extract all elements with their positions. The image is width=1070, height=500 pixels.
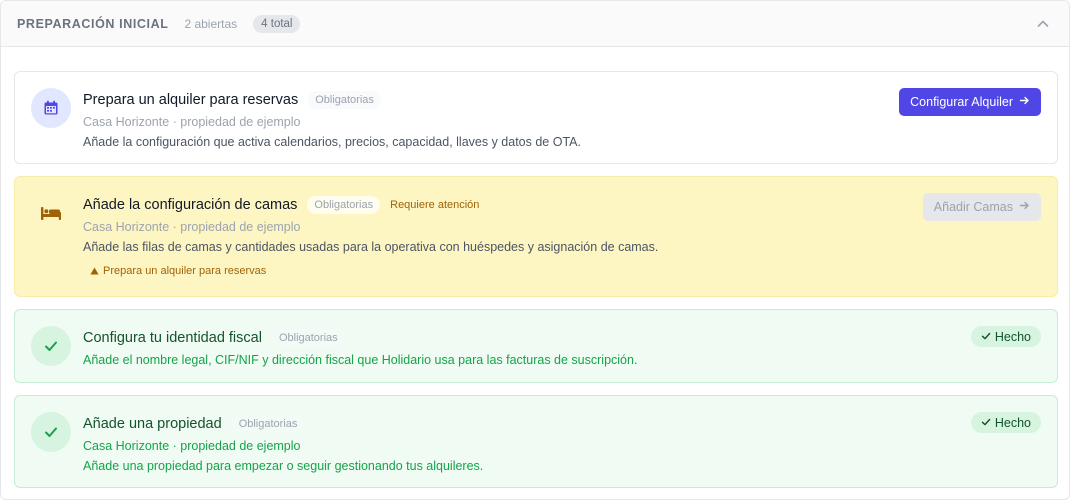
task-property: Casa Horizonte · propiedad de ejemplo <box>83 115 301 129</box>
task-title: Añade una propiedad <box>83 416 222 432</box>
task-description: Añade la configuración que activa calend… <box>83 135 581 149</box>
done-label: Hecho <box>994 415 1031 430</box>
total-count-badge: 4 total <box>253 14 301 33</box>
task-title: Prepara un alquiler para reservas <box>83 92 299 108</box>
done-badge: Hecho <box>970 412 1041 433</box>
required-badge: Obligatorias <box>308 91 381 109</box>
configure-rental-button[interactable]: Configurar Alquiler <box>899 88 1041 116</box>
done-label: Hecho <box>994 329 1031 344</box>
arrow-right-icon <box>1019 200 1030 214</box>
required-badge: Obligatorias <box>307 196 381 214</box>
check-small-icon <box>981 330 991 344</box>
task-title: Añade la configuración de camas <box>83 197 298 213</box>
check-icon <box>31 326 71 366</box>
dependency-warning: Prepara un alquiler para reservas <box>90 265 857 277</box>
checklist-title: PREPARACIÓN INICIAL <box>17 16 169 31</box>
checklist-header[interactable]: PREPARACIÓN INICIAL 2 abiertas 4 total <box>1 1 1069 47</box>
attention-label: Requiere atención <box>390 199 480 211</box>
configure-rental-label: Configurar Alquiler <box>910 95 1013 109</box>
task-property: Casa Horizonte · propiedad de ejemplo <box>83 220 301 234</box>
warning-icon <box>90 267 99 275</box>
check-small-icon <box>981 416 991 430</box>
task-property: Casa Horizonte · propiedad de ejemplo <box>83 439 301 453</box>
bed-icon <box>39 203 63 223</box>
add-beds-button[interactable]: Añadir Camas <box>922 193 1041 221</box>
dependency-label: Prepara un alquiler para reservas <box>103 265 267 277</box>
task-card-fiscal: Configura tu identidad fiscal Obligatori… <box>14 309 1058 383</box>
task-description: Añade una propiedad para empezar o segui… <box>83 459 484 473</box>
setup-checklist-panel: PREPARACIÓN INICIAL 2 abiertas 4 total P <box>0 0 1070 500</box>
required-badge: Obligatorias <box>271 329 345 347</box>
required-badge: Obligatorias <box>231 415 305 433</box>
task-card-beds: Añade la configuración de camas Obligato… <box>14 176 1058 297</box>
task-title: Configura tu identidad fiscal <box>83 330 262 346</box>
task-card-property: Añade una propiedad Obligatorias Casa Ho… <box>14 395 1058 488</box>
check-icon <box>31 412 71 452</box>
calendar-icon <box>31 88 71 128</box>
arrow-right-icon <box>1019 95 1030 109</box>
chevron-up-icon[interactable] <box>1033 14 1053 34</box>
task-description: Añade el nombre legal, CIF/NIF y direcci… <box>83 353 638 367</box>
task-card-rental: Prepara un alquiler para reservas Obliga… <box>14 71 1058 164</box>
task-description: Añade las filas de camas y cantidades us… <box>83 240 659 254</box>
open-count: 2 abiertas <box>184 16 238 31</box>
add-beds-label: Añadir Camas <box>933 200 1013 214</box>
done-badge: Hecho <box>970 326 1041 347</box>
